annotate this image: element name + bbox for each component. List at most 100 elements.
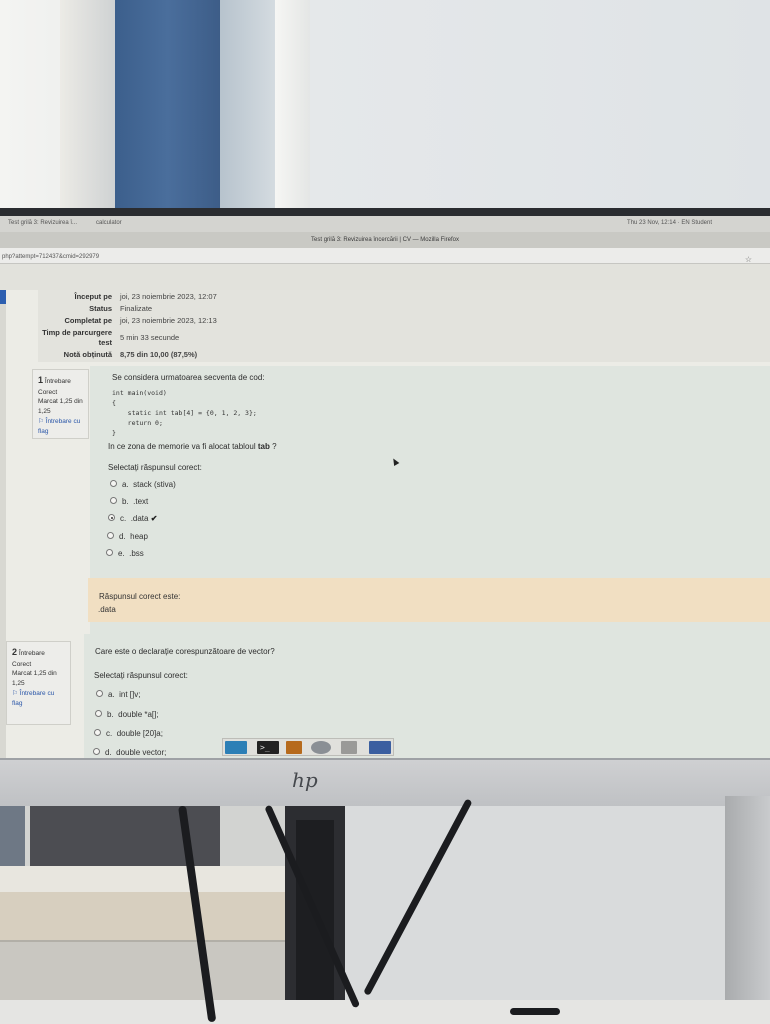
option-text: double vector;: [116, 748, 167, 757]
os-clock: Thu 23 Nov, 12:14 · EN Student: [627, 220, 712, 226]
summary-row: Început pe joi, 23 noiembrie 2023, 12:07: [38, 292, 770, 304]
desktop-icon[interactable]: [225, 741, 247, 754]
radio-button[interactable]: [107, 532, 114, 540]
question-mark: Marcat 1,25 din 1,25: [12, 670, 57, 687]
summary-value: joi, 23 noiembrie 2023, 12:13: [120, 316, 217, 325]
radio-button[interactable]: [96, 690, 103, 698]
attempt-summary: Început pe joi, 23 noiembrie 2023, 12:07…: [38, 290, 770, 362]
os-tab-test[interactable]: Test grilă 3: Revizuirea î...: [8, 220, 77, 226]
correct-check-icon: ✔: [150, 514, 158, 523]
question-word: Întrebare: [44, 378, 71, 385]
option-letter: b.: [122, 497, 129, 506]
answer-option[interactable]: d. heap: [107, 532, 148, 541]
os-tab-calculator[interactable]: calculator: [96, 220, 122, 226]
summary-value: 5 min 33 secunde: [120, 333, 180, 342]
settings-icon[interactable]: [341, 741, 357, 754]
summary-row: Status Finalizate: [38, 304, 770, 316]
flag-label: Întrebare cu flag: [12, 689, 55, 707]
url-text: php?attempt=712437&cmid=292979: [2, 254, 100, 260]
user-name: EN Student: [681, 220, 712, 226]
summary-value: joi, 23 noiembrie 2023, 12:07: [120, 292, 217, 301]
hp-logo: hp: [292, 768, 318, 794]
terminal-icon[interactable]: >_: [257, 741, 279, 754]
question-number: 1: [38, 375, 44, 385]
monitor-screen: Test grilă 3: Revizuirea î... calculator…: [0, 216, 770, 761]
feedback-answer: .data: [98, 605, 116, 614]
answer-option[interactable]: b. .text: [110, 497, 148, 506]
summary-label: Timp de parcurgere test: [42, 328, 112, 348]
flag-label: Întrebare cu flag: [38, 417, 81, 435]
radio-button[interactable]: [95, 710, 102, 718]
flag-icon: ⚐: [38, 417, 44, 425]
option-text: stack (stiva): [133, 480, 176, 489]
answer-option[interactable]: a. stack (stiva): [110, 480, 176, 489]
correct-answer-feedback: Răspunsul corect este: .data: [88, 578, 770, 622]
drawer-toggle-icon[interactable]: [0, 290, 6, 304]
summary-row: Timp de parcurgere test 5 min 33 secunde: [38, 328, 770, 350]
summary-label: Status: [89, 304, 112, 313]
browser-icon[interactable]: [311, 741, 331, 754]
option-text: .bss: [129, 549, 144, 558]
back-wall: [345, 806, 725, 1002]
monitor-arm: [725, 796, 770, 1024]
option-letter: d.: [119, 532, 126, 541]
radio-button[interactable]: [110, 480, 117, 488]
flag-icon: ⚐: [12, 689, 18, 697]
summary-label: Început pe: [74, 292, 112, 301]
cable: [510, 1008, 560, 1015]
address-bar[interactable]: php?attempt=712437&cmid=292979 ☆: [0, 248, 770, 264]
option-letter: c.: [120, 514, 127, 523]
answer-option-selected[interactable]: c. .data ✔: [108, 514, 157, 523]
answer-option[interactable]: d. double vector;: [93, 748, 166, 757]
answer-option[interactable]: a. int []v;: [96, 690, 140, 699]
option-letter: c.: [106, 729, 113, 738]
flag-question-link[interactable]: ⚐ Întrebare cu flag: [38, 417, 83, 437]
question-state: Corect: [12, 660, 32, 668]
window-icon[interactable]: [369, 741, 391, 754]
radio-button[interactable]: [94, 729, 101, 737]
answer-option[interactable]: e. .bss: [106, 549, 144, 558]
summary-label: Completat pe: [64, 316, 112, 325]
question-text-part: In ce zona de memorie va fi alocat tablo…: [108, 442, 258, 451]
window-title: Test grilă 3: Revizuirea încercării | CV…: [0, 232, 770, 248]
radio-button[interactable]: [106, 549, 113, 557]
flag-question-link[interactable]: ⚐ Întrebare cu flag: [12, 689, 65, 709]
question-content: Care este o declarație corespunzătoare d…: [84, 634, 770, 761]
curtain-edge: [220, 0, 275, 215]
curtain-shadow: [60, 0, 115, 215]
desk: [0, 1000, 770, 1024]
summary-row: Completat pe joi, 23 noiembrie 2023, 12:…: [38, 316, 770, 328]
question-text: Care este o declarație corespunzătoare d…: [95, 647, 275, 656]
app-dock: >_: [222, 738, 394, 756]
question-word: Întrebare: [18, 650, 45, 657]
option-text: .text: [133, 497, 149, 506]
question-keyword: tab: [257, 442, 270, 451]
answer-option[interactable]: c. double [20]a;: [94, 729, 163, 738]
question-state: Corect: [38, 388, 58, 396]
option-letter: d.: [105, 748, 112, 757]
radio-button[interactable]: [110, 497, 117, 505]
monitor-chin: [0, 758, 770, 806]
option-text: double *a[];: [118, 710, 159, 719]
answer-option[interactable]: b. double *a[];: [95, 710, 159, 719]
os-taskbar: Test grilă 3: Revizuirea î... calculator…: [0, 216, 770, 232]
option-letter: a.: [108, 690, 115, 699]
summary-label: Notă obținută: [63, 350, 112, 359]
radio-button[interactable]: [93, 748, 100, 756]
answer-prompt: Selectați răspunsul corect:: [108, 463, 202, 472]
shelf: [0, 892, 290, 940]
option-text: double [20]a;: [116, 729, 163, 738]
window-sill: [0, 866, 290, 894]
window-glass: [0, 806, 25, 870]
option-text: heap: [130, 532, 148, 541]
option-text: int []v;: [119, 690, 141, 699]
summary-row: Notă obținută 8,75 din 10,00 (87,5%): [38, 350, 770, 362]
files-icon[interactable]: [286, 741, 302, 754]
blue-curtain: [115, 0, 220, 215]
question-text-part: ?: [269, 442, 277, 451]
question-intro: Se considera urmatoarea secventa de cod:: [112, 373, 265, 382]
radio-button-selected[interactable]: [108, 514, 115, 522]
drawer: [0, 940, 290, 1002]
white-curtain: [275, 0, 310, 215]
summary-value: Finalizate: [120, 304, 153, 313]
